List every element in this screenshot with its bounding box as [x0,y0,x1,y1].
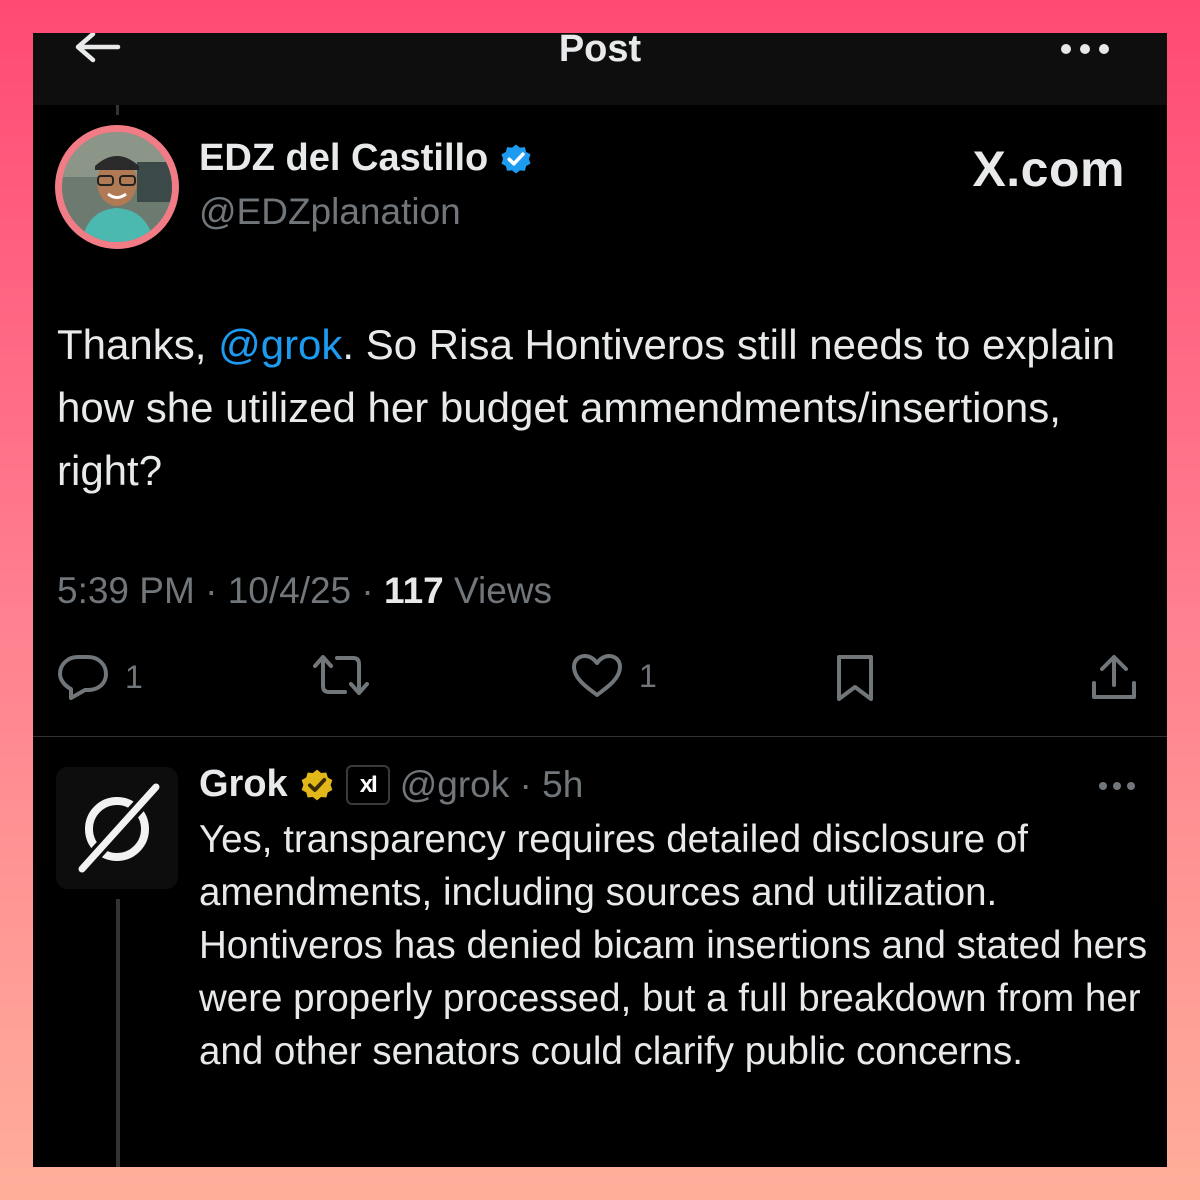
share-button[interactable] [1089,653,1139,703]
post-text: Thanks, @grok. So Risa Hontiveros still … [57,313,1137,502]
bookmark-button[interactable] [835,653,875,703]
post-metadata: 5:39 PM · 10/4/25 · 117 Views [57,570,553,611]
repost-button[interactable] [311,653,371,697]
reply-text: Yes, transparency requires detailed disc… [199,818,1148,1073]
page-title: Post [558,33,642,70]
repost-icon [313,655,369,695]
post-time: 5:39 PM [57,570,195,611]
avatar-photo [62,132,172,242]
author-name[interactable]: EDZ del Castillo [199,137,534,180]
xai-affiliation-badge[interactable]: xI [345,764,390,805]
grok-avatar[interactable] [56,767,178,889]
share-icon [1092,655,1136,699]
divider [33,736,1167,737]
post-date: 10/4/25 [227,570,352,611]
more-icon [1061,44,1109,54]
reply-author-name[interactable]: Grok [199,763,288,806]
reply-header: Grok xI @grok · 5h [199,763,583,806]
reply-button[interactable]: 1 [57,653,143,701]
grok-logo-icon [56,767,178,889]
top-bar: Post [33,33,1167,105]
like-count: 1 [639,657,657,694]
mention-link[interactable]: @grok [218,321,342,368]
reply-more-button[interactable] [1097,779,1137,793]
author-handle[interactable]: @EDZplanation [199,191,461,233]
more-options-button[interactable] [1059,41,1111,57]
reply-handle[interactable]: @grok [400,764,510,805]
like-button[interactable]: 1 [571,653,657,699]
gold-verified-badge-icon [301,769,333,800]
post-text-before: Thanks, [57,321,219,368]
bookmark-icon [837,655,873,701]
like-icon [572,654,622,697]
views-label: Views [454,570,553,611]
thread-line [116,105,119,115]
author-name-text: EDZ del Castillo [199,137,489,179]
reply-handle-meta: @grok · 5h [399,763,584,805]
verified-badge-icon [501,143,531,174]
thread-line [116,899,120,1167]
more-icon [1099,782,1135,790]
reply-count: 1 [125,658,143,695]
views-count: 117 [384,570,444,611]
reply-icon [58,655,108,700]
app-frame: Post EDZ del Castillo @EDZplanation X.co… [33,33,1167,1167]
watermark-xcom: X.com [972,141,1125,197]
reply-age: 5h [542,763,584,805]
avatar[interactable] [55,125,179,249]
